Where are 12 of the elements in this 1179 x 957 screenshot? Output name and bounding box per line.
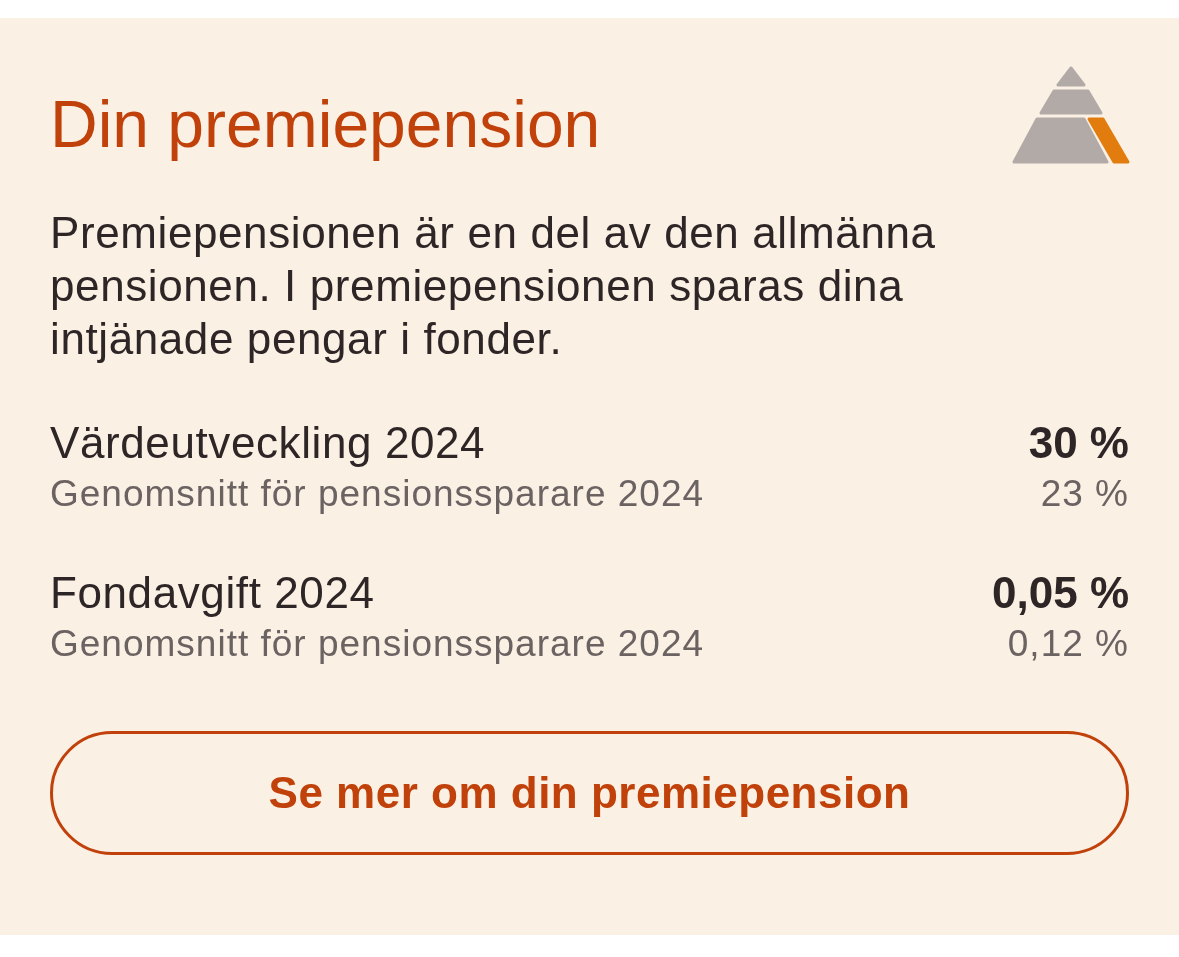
see-more-button[interactable]: Se mer om din premiepension (50, 731, 1129, 855)
metric-value: 30 % (1028, 417, 1129, 469)
pyramid-icon (1011, 66, 1131, 164)
metric-label: Fondavgift 2024 (50, 567, 375, 619)
metric-value: 0,05 % (992, 567, 1129, 619)
description-text: Premiepensionen är en del av den allmänna pensionen. I premiepensionen sparas dina intjänade pengar i fonder. (50, 207, 937, 365)
average-label: Genomsnitt för pensionssparare 2024 (50, 622, 705, 666)
card-title: Din premiepension (50, 86, 601, 163)
metric-label: Värdeutveckling 2024 (50, 417, 486, 469)
average-value: 23 % (1040, 472, 1129, 516)
average-label: Genomsnitt för pensionssparare 2024 (50, 472, 705, 516)
average-value: 0,12 % (1007, 622, 1129, 666)
